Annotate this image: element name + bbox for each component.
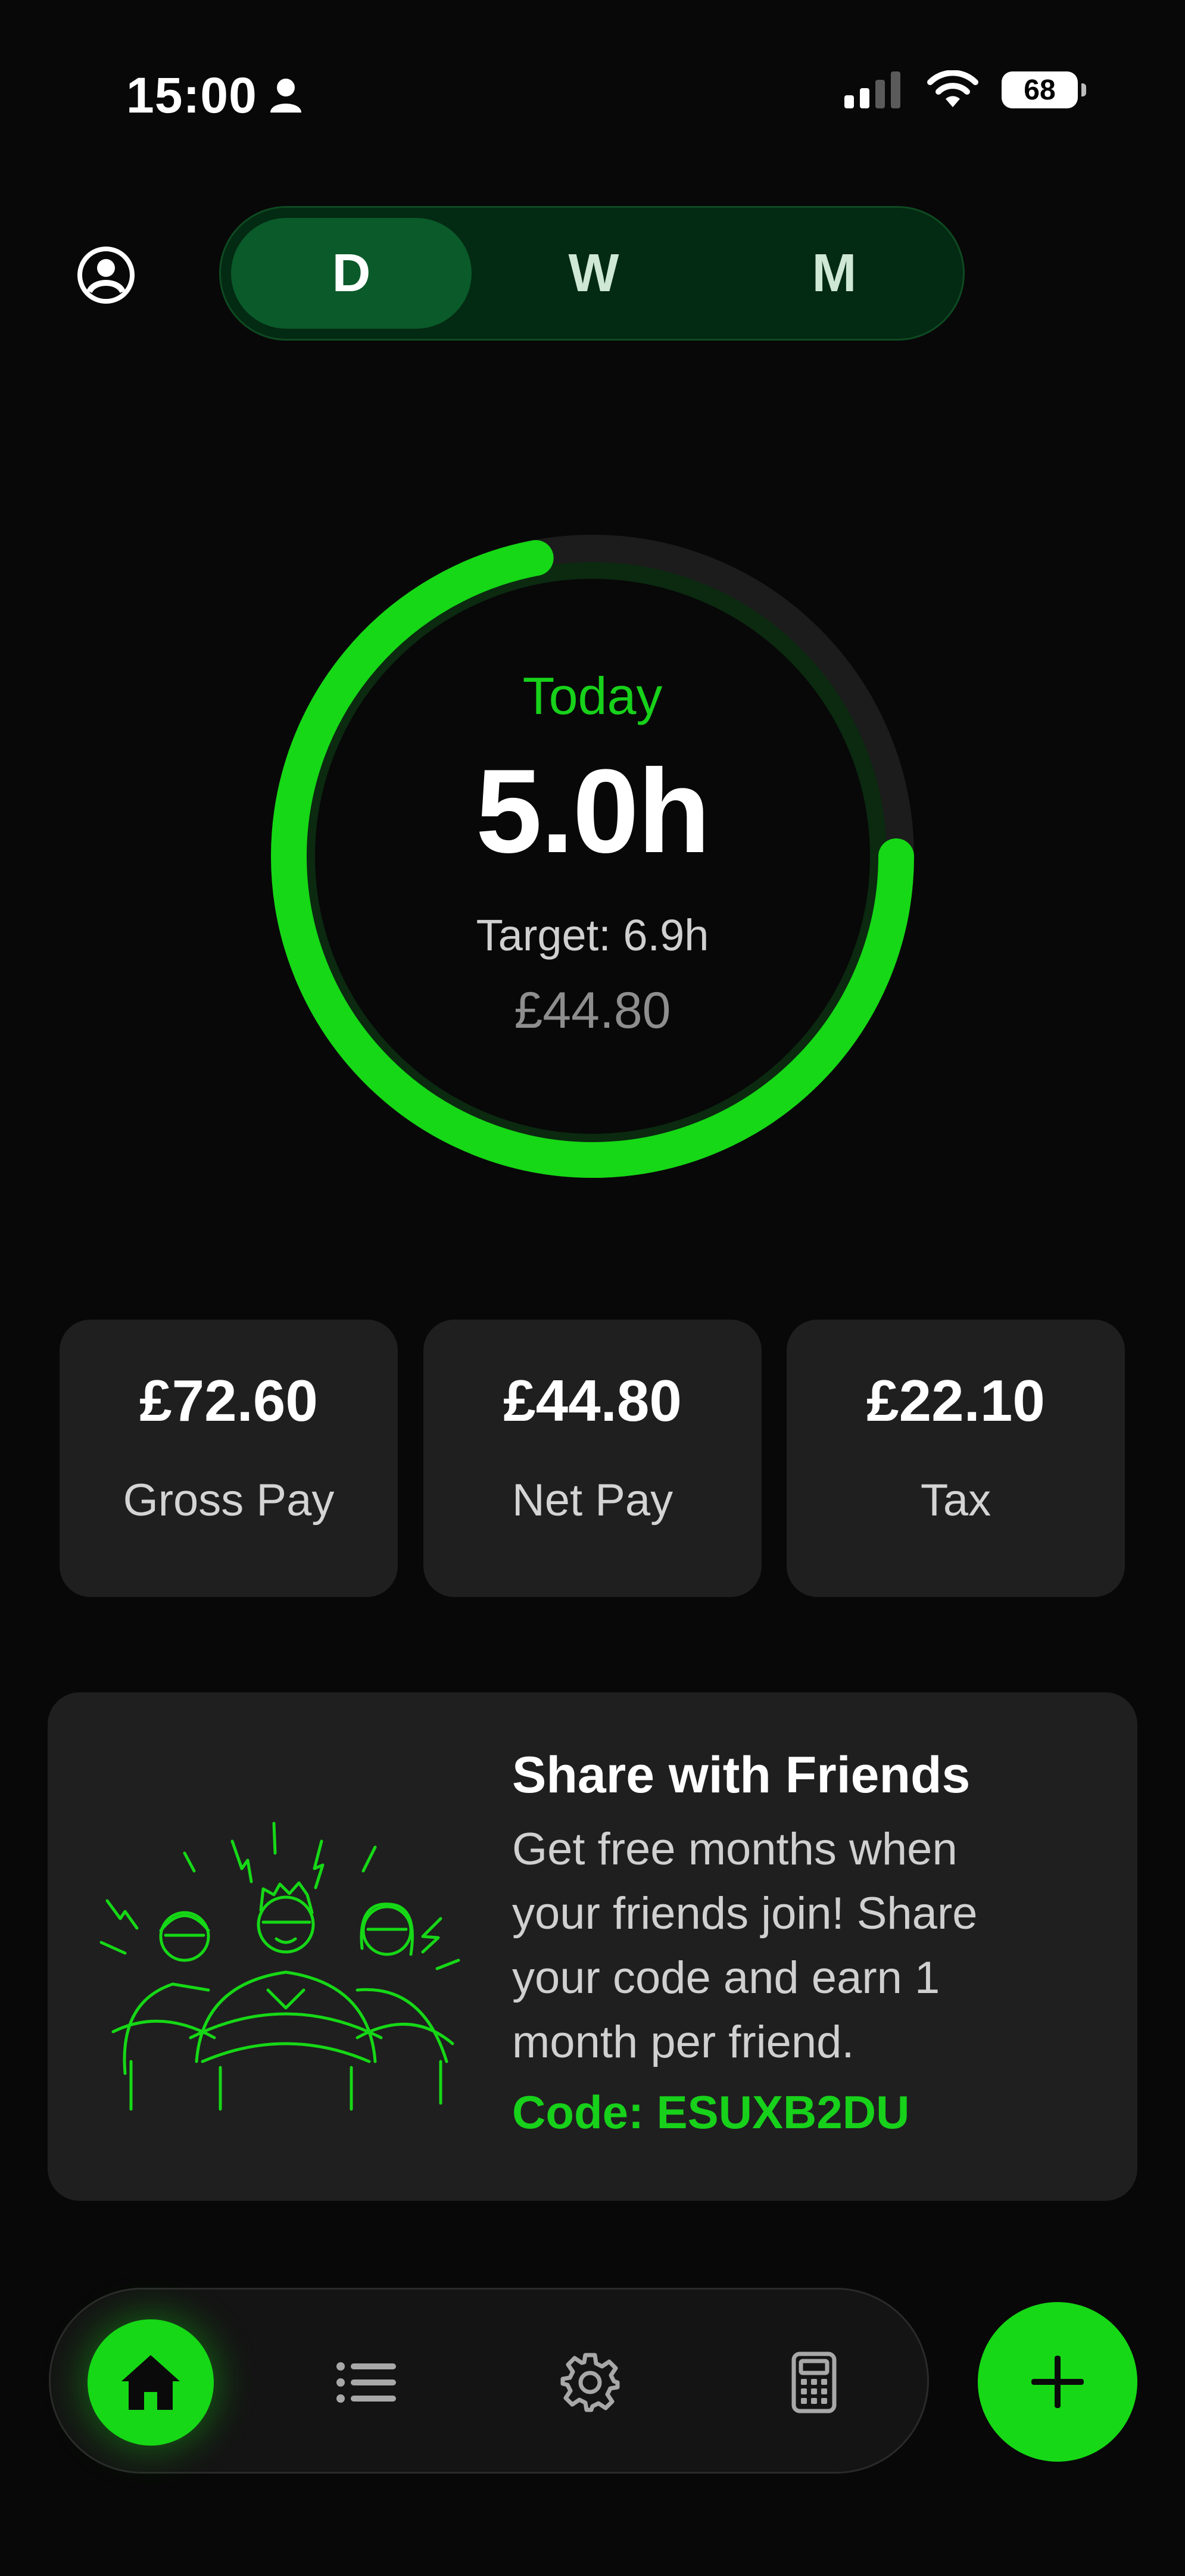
period-day-tab[interactable]: D — [231, 218, 472, 329]
period-month-tab[interactable]: M — [714, 218, 955, 329]
bottom-navigation — [49, 2288, 929, 2474]
nav-calculator-button[interactable] — [751, 2319, 877, 2446]
ring-net-pay: £44.80 — [514, 982, 671, 1039]
net-pay-card[interactable]: £44.80 Net Pay — [423, 1320, 762, 1597]
battery-icon: 68 — [1002, 71, 1086, 108]
share-with-friends-card[interactable]: Share with Friends Get free months when … — [48, 1692, 1137, 2201]
gross-pay-value: £72.60 — [139, 1368, 318, 1433]
person-icon — [270, 78, 301, 113]
friends-illustration — [99, 1822, 460, 2111]
nav-list-button[interactable] — [303, 2319, 429, 2446]
share-title: Share with Friends — [512, 1747, 971, 1804]
tax-card[interactable]: £22.10 Tax — [787, 1320, 1125, 1597]
tax-label: Tax — [920, 1475, 991, 1526]
hours-progress-ring: Today 5.0h Target: 6.9h £44.80 — [265, 529, 920, 1184]
nav-home-button[interactable] — [88, 2319, 214, 2446]
period-selector: D W M — [219, 206, 965, 341]
tax-value: £22.10 — [866, 1368, 1045, 1433]
referral-code[interactable]: Code: ESUXB2DU — [512, 2085, 909, 2140]
plus-icon — [1031, 2356, 1084, 2408]
share-description: Get free months when your friends join! … — [512, 1824, 978, 2067]
calculator-icon — [791, 2352, 837, 2413]
gear-icon — [560, 2353, 620, 2412]
period-month-label: M — [812, 243, 857, 303]
signal-icon — [844, 71, 900, 108]
battery-level: 68 — [1024, 74, 1056, 106]
period-week-tab[interactable]: W — [473, 218, 714, 329]
hours-value: 5.0h — [475, 745, 710, 878]
gross-pay-card[interactable]: £72.60 Gross Pay — [60, 1320, 398, 1597]
add-shift-button[interactable] — [978, 2302, 1137, 2462]
status-indicators: 68 — [844, 70, 1086, 110]
list-icon — [336, 2362, 396, 2403]
net-pay-label: Net Pay — [512, 1475, 673, 1526]
home-icon — [121, 2355, 180, 2410]
period-day-label: D — [332, 243, 371, 303]
status-time: 15:00 — [126, 67, 304, 124]
target-hours: Target: 6.9h — [476, 910, 709, 960]
nav-settings-button[interactable] — [527, 2319, 653, 2446]
profile-icon — [77, 247, 135, 304]
wifi-icon — [927, 70, 978, 107]
gross-pay-label: Gross Pay — [123, 1475, 335, 1526]
profile-button[interactable] — [76, 245, 136, 305]
net-pay-value: £44.80 — [503, 1368, 682, 1433]
ring-period-label: Today — [522, 666, 663, 725]
period-week-label: W — [568, 243, 619, 303]
time-text: 15:00 — [126, 67, 257, 123]
